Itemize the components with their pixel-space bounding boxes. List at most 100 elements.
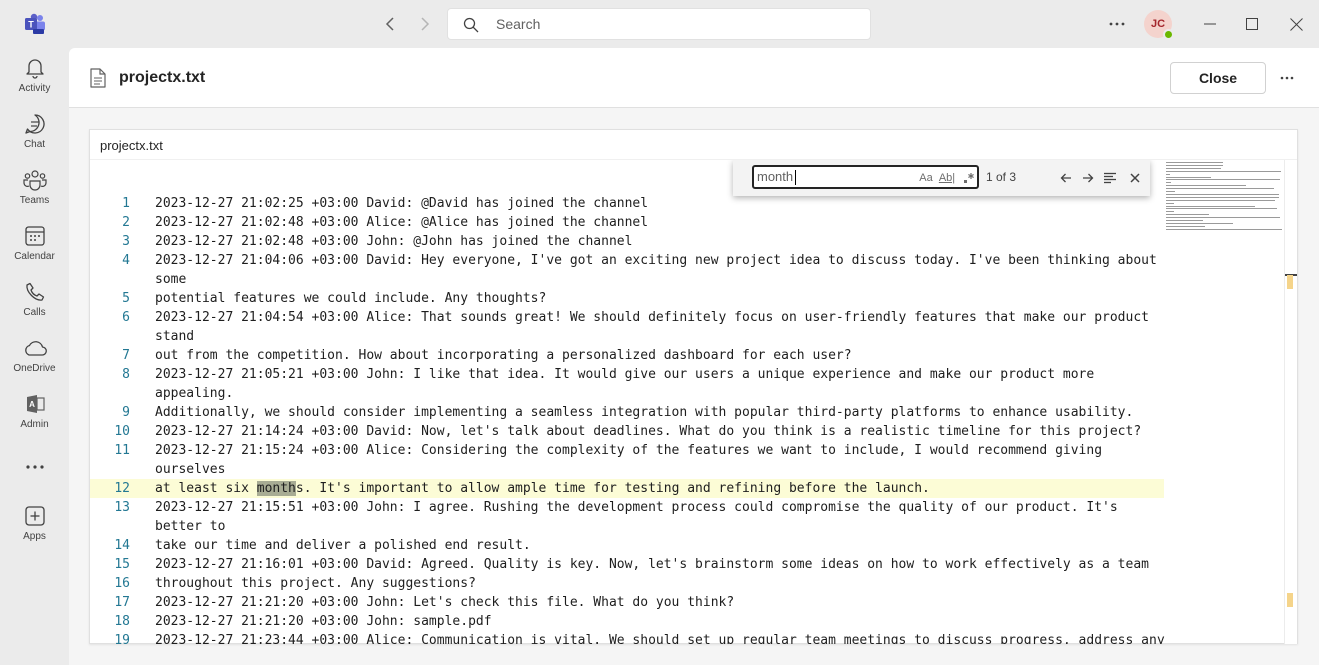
line-text-after: s. It's important to allow ample time fo… <box>295 481 930 496</box>
minimap-line <box>1166 188 1274 190</box>
rail-item-label: Calls <box>23 307 46 318</box>
rail-item-label: Apps <box>23 531 46 542</box>
line-number: 8 <box>122 367 130 382</box>
find-query: month <box>757 169 794 184</box>
cloud-icon <box>23 336 47 360</box>
minimize-icon[interactable] <box>1198 12 1222 36</box>
rail-item-teams[interactable]: Teams <box>0 168 69 220</box>
regex-icon[interactable] <box>962 170 976 186</box>
rail-item-activity[interactable]: Activity <box>0 56 69 108</box>
line-text: 2023-12-27 21:04:06 +03:00 David: Hey ev… <box>155 253 1157 268</box>
find-result-count: 1 of 3 <box>986 170 1017 184</box>
minimap-line <box>1166 185 1247 187</box>
more-options-icon[interactable] <box>1106 14 1128 34</box>
minimap-line <box>1166 191 1175 192</box>
rail-item-chat[interactable]: Chat <box>0 112 69 164</box>
editor-line: 11 2023-12-27 21:15:24 +03:00 Alice: Cons… <box>90 441 1164 460</box>
minimap-line <box>1166 167 1221 169</box>
rail-item-calls[interactable]: Calls <box>0 280 69 332</box>
title-bar: T Search JC <box>0 0 1319 48</box>
next-match-icon[interactable] <box>1079 169 1097 187</box>
text-editor[interactable]: 1 2023-12-27 21:02:25 +03:00 David: @Davi… <box>90 160 1297 644</box>
line-number: 19 <box>114 633 130 644</box>
file-viewer: projectx.txt 1 2023-12-27 21:02:25 +03:00… <box>89 129 1298 644</box>
line-text: ourselves <box>155 462 226 477</box>
find-match-highlight: month <box>256 481 296 496</box>
avatar[interactable]: JC <box>1144 10 1174 40</box>
line-number: 11 <box>114 443 130 458</box>
find-input[interactable]: month Aa Ab| <box>752 165 979 189</box>
editor-line: 1 2023-12-27 21:02:25 +03:00 David: @Davi… <box>90 194 1164 213</box>
whole-word-toggle[interactable]: Ab| <box>938 170 956 186</box>
line-number: 3 <box>122 234 130 249</box>
minimap-line <box>1166 202 1175 204</box>
search-icon <box>463 17 479 38</box>
phone-icon <box>23 280 47 304</box>
line-text: out from the competition. How about inco… <box>155 348 852 363</box>
text-caret <box>795 170 796 185</box>
line-text: 2023-12-27 21:02:48 +03:00 John: @John h… <box>155 234 633 249</box>
more-options-icon[interactable] <box>1276 67 1298 89</box>
minimap-line <box>1166 193 1279 195</box>
presence-available-icon <box>1163 29 1174 40</box>
rail-item-more-apps[interactable] <box>0 456 69 478</box>
rail-item-label: OneDrive <box>13 363 56 374</box>
rail-item-apps[interactable]: Apps <box>0 504 69 556</box>
editor-line: 9 Additionally, we should consider implem… <box>90 403 1164 422</box>
rail-item-label: Admin <box>20 419 49 430</box>
forward-arrow-icon[interactable] <box>414 14 434 34</box>
file-header: projectx.txt Close <box>69 48 1319 108</box>
svg-text:A: A <box>29 400 35 409</box>
line-text: at least six months. It's important to a… <box>155 479 930 498</box>
line-number: 17 <box>114 595 130 610</box>
editor-line: 16 throughout this project. Any suggestio… <box>90 574 1164 593</box>
editor-line: 5 potential features we could include. An… <box>90 289 1164 308</box>
rail-item-label: Chat <box>23 139 46 150</box>
maximize-icon[interactable] <box>1240 12 1264 36</box>
editor-line: ourselves <box>90 460 1164 479</box>
minimap-line <box>1166 179 1281 181</box>
previous-match-icon[interactable] <box>1057 169 1075 187</box>
editor-line: appealing. <box>90 384 1164 403</box>
rail-item-label: Activity <box>18 83 51 94</box>
minimap-line <box>1166 199 1275 201</box>
close-find-icon[interactable] <box>1126 169 1144 187</box>
rail-item-admin[interactable]: A Admin <box>0 392 69 444</box>
minimap-line <box>1166 222 1233 224</box>
vertical-scrollbar[interactable] <box>1284 160 1297 644</box>
teams-icon <box>22 168 47 192</box>
editor-line: 6 2023-12-27 21:04:54 +03:00 Alice: That … <box>90 308 1164 327</box>
close-window-icon[interactable] <box>1284 12 1308 36</box>
match-case-toggle[interactable]: Aa <box>918 170 934 186</box>
rail-item-label: Calendar <box>14 251 55 262</box>
line-text: better to <box>155 519 226 534</box>
svg-text:T: T <box>28 20 34 30</box>
rail-item-calendar[interactable]: Calendar <box>0 224 69 276</box>
search-input[interactable]: Search <box>447 8 871 40</box>
line-text: 2023-12-27 21:16:01 +03:00 David: Agreed… <box>155 557 1149 572</box>
page-title: projectx.txt <box>119 69 206 86</box>
editor-line: 2 2023-12-27 21:02:48 +03:00 Alice: @Alic… <box>90 213 1164 232</box>
minimap-line <box>1166 217 1281 219</box>
line-number: 5 <box>122 291 130 306</box>
minimap[interactable] <box>1164 160 1284 300</box>
admin-icon: A <box>23 392 47 416</box>
line-number: 16 <box>114 576 130 591</box>
line-number: 6 <box>122 310 130 325</box>
editor-line: 19 2023-12-27 21:23:44 +03:00 Alice: Comm… <box>90 631 1164 644</box>
line-text: 2023-12-27 21:14:24 +03:00 David: Now, l… <box>155 424 1142 439</box>
minimap-line <box>1166 220 1203 221</box>
line-number: 18 <box>114 614 130 629</box>
line-text-before: at least six <box>155 481 257 496</box>
chat-icon <box>23 112 47 136</box>
minimap-line <box>1166 208 1277 210</box>
line-text: appealing. <box>155 386 234 401</box>
line-number: 4 <box>122 253 130 268</box>
search-placeholder: Search <box>496 16 541 32</box>
line-number: 7 <box>122 348 130 363</box>
back-arrow-icon[interactable] <box>381 14 401 34</box>
avatar-initials: JC <box>1150 18 1166 30</box>
rail-item-onedrive[interactable]: OneDrive <box>0 336 69 388</box>
close-button[interactable]: Close <box>1170 62 1266 94</box>
find-in-selection-icon[interactable] <box>1101 169 1119 187</box>
